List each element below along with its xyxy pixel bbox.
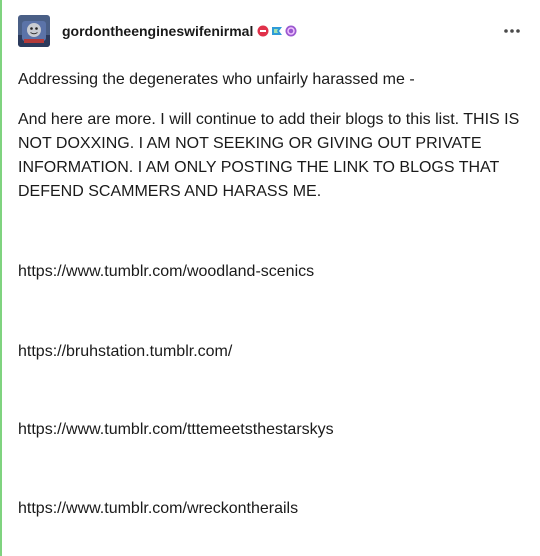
blog-link[interactable]: https://www.tumblr.com/wreckontherails [18,497,298,521]
avatar[interactable] [18,15,50,47]
blog-link[interactable]: https://www.tumblr.com/tttemeetsthestars… [18,418,334,442]
post-paragraph: And here are more. I will continue to ad… [18,111,520,200]
post-body: Addressing the degenerates who unfairly … [18,68,530,517]
purple-badge-icon[interactable] [285,25,297,37]
blog-name[interactable]: gordontheengineswifenirmal [62,23,253,39]
blue-badge-icon[interactable] [271,25,283,37]
engine-avatar-icon [18,15,50,47]
more-options-button[interactable] [500,19,524,43]
ellipsis-icon [504,29,520,33]
blog-link[interactable]: https://www.tumblr.com/woodland-scenics [18,260,314,284]
blog-link[interactable]: https://bruhstation.tumblr.com/ [18,340,232,364]
post-header: gordontheengineswifenirmal [18,15,524,47]
badge-group [257,25,297,37]
red-badge-icon[interactable] [257,25,269,37]
post-paragraph: Addressing the degenerates who unfairly … [18,71,415,88]
post-card: gordontheengineswifenirmal Addressing th… [2,0,540,556]
